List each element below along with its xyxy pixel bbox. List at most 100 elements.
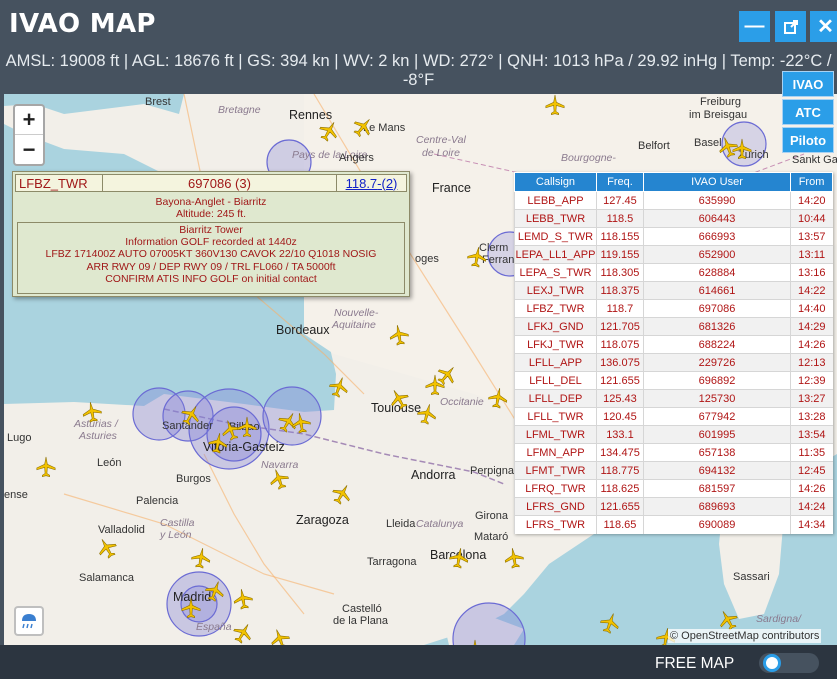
table-row[interactable]: LFKJ_GND 121.705 681326 14:29 [514, 317, 833, 336]
row-frequency: 118.7 [595, 299, 644, 318]
aircraft-icon[interactable] [180, 597, 202, 619]
popup-frequency-suffix[interactable]: -(2) [377, 176, 397, 191]
header-from[interactable]: From [790, 172, 833, 192]
popup-station-info: Bayona-Anglet - Biarritz Altitude: 245 f… [13, 196, 409, 220]
pilots-button[interactable]: Piloto [782, 127, 834, 153]
row-ivao-user: 677942 [642, 407, 791, 426]
popup-callsign: LFBZ_TWR [16, 175, 103, 191]
map-label-im-breisgau: im Breisgau [689, 109, 748, 121]
aircraft-icon[interactable] [205, 430, 230, 455]
atis-line: Biarritz Tower [179, 224, 243, 236]
header-callsign[interactable]: Callsign [514, 172, 597, 192]
row-from: 13:28 [790, 407, 833, 426]
atc-button[interactable]: ATC [782, 99, 834, 125]
table-row[interactable]: LFLL_TWR 120.45 677942 13:28 [514, 407, 833, 426]
zoom-out-button[interactable]: − [15, 135, 43, 164]
popup-location: Bayona-Anglet - Biarritz [155, 196, 267, 208]
row-frequency: 121.705 [595, 317, 644, 336]
row-frequency: 127.45 [595, 191, 644, 210]
table-row[interactable]: LFLL_APP 136.075 229726 12:13 [514, 353, 833, 372]
row-from: 13:54 [790, 425, 833, 444]
aircraft-icon[interactable] [485, 385, 510, 410]
close-button[interactable]: ✕ [810, 11, 837, 42]
table-row[interactable]: LFMN_APP 134.475 657138 11:35 [514, 443, 833, 462]
popup-frequency-link[interactable]: 118.7 -(2) [337, 175, 406, 191]
popup-user-id: 697086 (3) [103, 175, 337, 191]
free-map-toggle[interactable] [759, 653, 819, 673]
aircraft-icon[interactable] [35, 456, 57, 478]
popout-icon [783, 19, 798, 34]
zoom-in-button[interactable]: + [15, 106, 43, 135]
table-row[interactable]: LFMT_TWR 118.775 694132 12:45 [514, 461, 833, 480]
header-ivao-user[interactable]: IVAO User [642, 172, 792, 192]
table-row[interactable]: LEMD_S_TWR 118.155 666993 13:57 [514, 227, 833, 246]
map-label-palencia: Palencia [136, 495, 179, 507]
row-from: 14:40 [790, 299, 833, 318]
row-from: 11:35 [790, 443, 833, 462]
row-callsign: LFRS_GND [514, 497, 597, 516]
row-from: 12:45 [790, 461, 833, 480]
row-from: 12:39 [790, 371, 833, 390]
row-from: 13:27 [790, 389, 833, 408]
minimize-button[interactable]: — [739, 11, 770, 42]
weather-layer-button[interactable] [14, 606, 44, 636]
map-label-occitanie: Occitanie [440, 396, 484, 408]
row-callsign: LFBZ_TWR [514, 299, 597, 318]
title-bar: IVAO MAP — ✕ [0, 0, 837, 50]
table-row[interactable]: LFBZ_TWR 118.7 697086 14:40 [514, 299, 833, 318]
map-label-salamanca: Salamanca [79, 572, 135, 584]
toggle-knob[interactable] [763, 654, 781, 672]
aircraft-icon[interactable] [230, 586, 255, 611]
map-attribution[interactable]: © OpenStreetMap contributors [668, 629, 822, 643]
map-label-de-la-plana: de la Plana [333, 615, 389, 627]
aircraft-icon[interactable] [188, 545, 213, 570]
table-row[interactable]: LFRS_GND 121.655 689693 14:24 [514, 497, 833, 516]
table-row[interactable]: LEXJ_TWR 118.375 614661 14:22 [514, 281, 833, 300]
row-frequency: 118.625 [595, 479, 644, 498]
aircraft-icon[interactable] [501, 545, 526, 570]
table-row[interactable]: LFLL_DEP 125.43 125730 13:27 [514, 389, 833, 408]
row-from: 14:20 [790, 191, 833, 210]
map-label-sankt-gall: Sankt Gall [792, 154, 837, 166]
aircraft-icon[interactable] [386, 322, 411, 347]
row-callsign: LFML_TWR [514, 425, 597, 444]
header-frequency[interactable]: Freq. [595, 172, 644, 192]
row-callsign: LEXJ_TWR [514, 281, 597, 300]
table-row[interactable]: LEBB_APP 127.45 635990 14:20 [514, 191, 833, 210]
map-label-asturies: Asturies [79, 430, 117, 442]
aircraft-icon[interactable] [464, 244, 489, 269]
aircraft-icon[interactable] [236, 416, 258, 438]
map-label-limoges: oges [415, 253, 439, 265]
atc-table-body: LEBB_APP 127.45 635990 14:20 LEBB_TWR 118.5 60… [514, 191, 833, 534]
table-row[interactable]: LFRS_TWR 118.65 690089 14:34 [514, 515, 833, 534]
popup-frequency[interactable]: 118.7 [346, 176, 378, 191]
popout-button[interactable] [775, 11, 806, 42]
table-row[interactable]: LEPA_LL1_APP 119.155 652900 13:11 [514, 245, 833, 264]
table-row[interactable]: LFRQ_TWR 118.625 681597 14:26 [514, 479, 833, 498]
row-ivao-user: 688224 [642, 335, 791, 354]
map-label-belfort: Belfort [638, 140, 670, 152]
map-label-france: France [432, 181, 471, 195]
map-label-sassari: Sassari [733, 571, 770, 583]
map-label-bretagne: Bretagne [218, 104, 261, 116]
row-from: 10:44 [790, 209, 833, 228]
aircraft-icon[interactable] [79, 399, 104, 424]
aircraft-icon[interactable] [288, 410, 313, 435]
map-label-girona: Girona [475, 510, 509, 522]
atc-table-header: Callsign Freq. IVAO User From [514, 172, 833, 192]
table-row[interactable]: LEBB_TWR 118.5 606443 10:44 [514, 209, 833, 228]
row-ivao-user: 125730 [642, 389, 791, 408]
row-frequency: 134.475 [595, 443, 644, 462]
map-label-andorra: Andorra [411, 468, 456, 482]
row-ivao-user: 666993 [642, 227, 791, 246]
row-ivao-user: 697086 [642, 299, 791, 318]
table-row[interactable]: LFLL_DEL 121.655 696892 12:39 [514, 371, 833, 390]
map-label-perpignan: Perpigna [470, 465, 515, 477]
aircraft-icon[interactable] [544, 94, 566, 116]
aircraft-icon[interactable] [731, 138, 753, 160]
table-row[interactable]: LEPA_S_TWR 118.305 628884 13:16 [514, 263, 833, 282]
ivao-button[interactable]: IVAO [782, 71, 834, 97]
table-row[interactable]: LFML_TWR 133.1 601995 13:54 [514, 425, 833, 444]
table-row[interactable]: LFKJ_TWR 118.075 688224 14:26 [514, 335, 833, 354]
aircraft-icon[interactable] [446, 545, 471, 570]
